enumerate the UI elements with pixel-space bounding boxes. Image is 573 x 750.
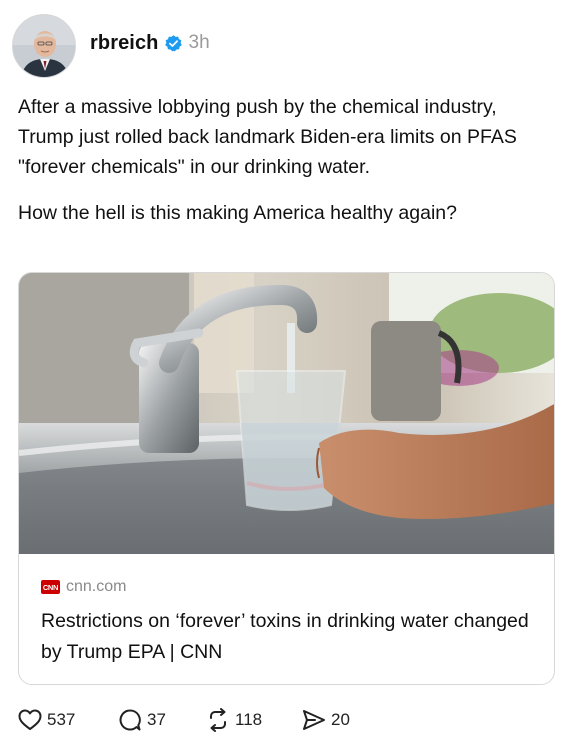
cnn-logo-icon: CNN [41, 580, 60, 594]
post-body: After a massive lobbying push by the che… [18, 92, 548, 244]
link-preview-card[interactable]: CNN cnn.com Restrictions on ‘forever’ to… [18, 272, 555, 685]
link-domain: cnn.com [66, 578, 127, 595]
send-icon [303, 710, 325, 730]
share-button[interactable]: 20 [302, 709, 350, 731]
repost-button[interactable]: 118 [206, 708, 262, 732]
author-avatar[interactable] [12, 14, 76, 78]
post-paragraph: After a massive lobbying push by the che… [18, 96, 517, 178]
link-title: Restrictions on ‘forever’ toxins in drin… [41, 610, 529, 663]
reply-button[interactable]: 37 [118, 708, 166, 732]
faucet-water-glass-image [19, 273, 554, 554]
like-count: 537 [47, 710, 76, 729]
repost-count: 118 [235, 710, 263, 729]
reply-bubble-icon [119, 709, 141, 731]
post-paragraph: How the hell is this making America heal… [18, 202, 457, 224]
author-line: rbreich 3h [90, 32, 210, 55]
post-time: 3h [188, 32, 210, 53]
verified-badge-icon [164, 34, 183, 53]
share-count: 20 [331, 710, 350, 729]
reply-count: 37 [147, 710, 166, 729]
post-header: rbreich 3h [12, 14, 552, 78]
action-bar: 537 37 118 20 [18, 706, 558, 734]
repost-icon [210, 708, 226, 732]
like-button[interactable]: 537 [18, 709, 75, 731]
avatar-photo-icon [13, 15, 75, 77]
author-handle[interactable]: rbreich [90, 32, 159, 55]
link-source: CNN cnn.com [41, 578, 126, 596]
heart-icon [18, 709, 42, 730]
